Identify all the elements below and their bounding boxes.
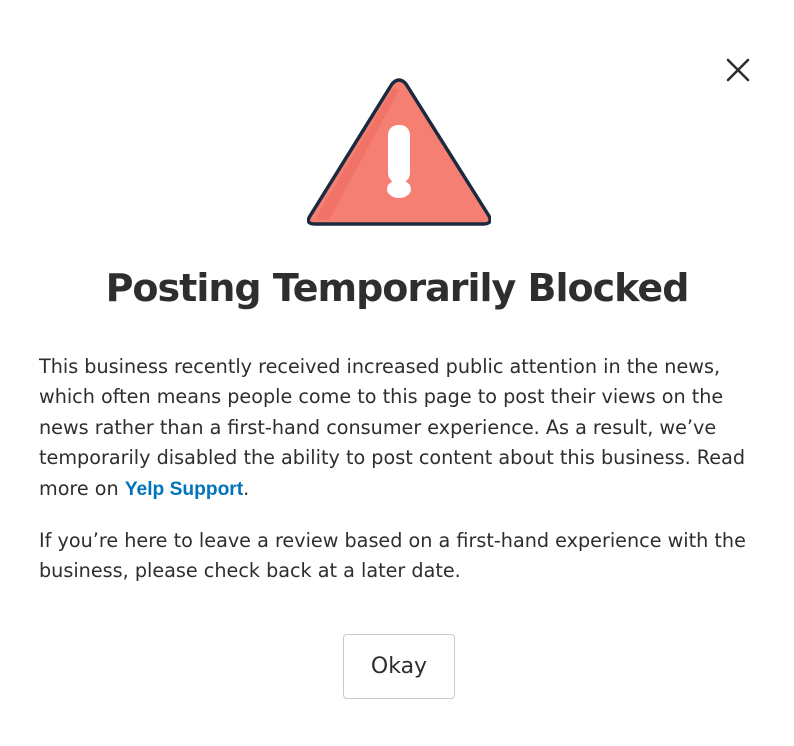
close-icon [726,58,750,82]
instruction-paragraph: If you’re here to leave a review based o… [39,529,746,583]
okay-button[interactable]: Okay [343,634,455,699]
explanation-paragraph: This business recently received increase… [39,352,759,505]
yelp-support-link[interactable]: Yelp Support [125,479,243,500]
modal-title: Posting Temporarily Blocked [105,266,690,310]
close-button[interactable] [720,52,756,88]
warning-triangle-icon [307,78,491,226]
explanation-period: . [243,476,250,500]
posting-blocked-modal: Posting Temporarily Blocked This busines… [0,0,794,746]
